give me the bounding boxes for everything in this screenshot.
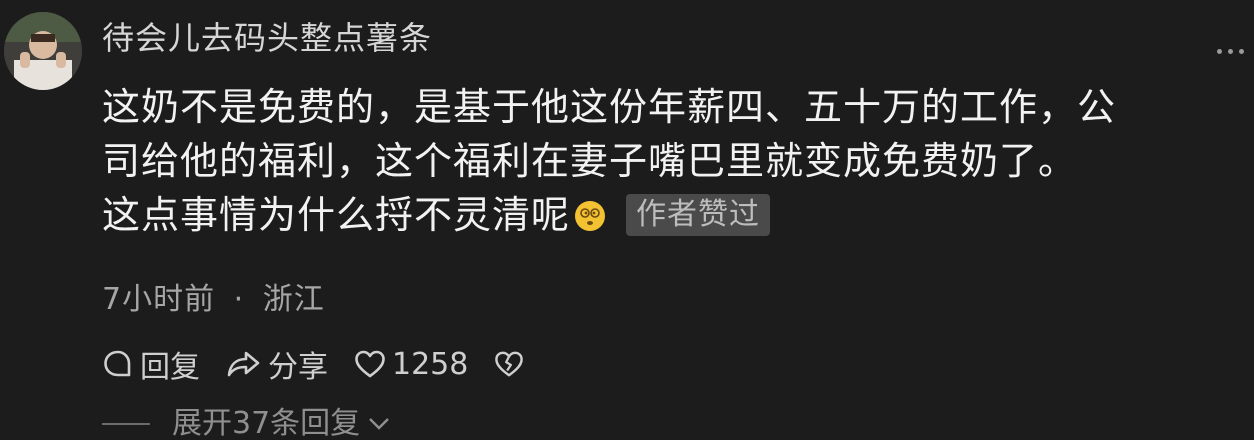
avatar[interactable] [4, 12, 82, 90]
share-button[interactable]: 分享 [226, 342, 328, 386]
dizzy-face-emoji-icon [575, 201, 606, 231]
meta-separator: · [233, 282, 245, 317]
comment-text: 这奶不是免费的，是基于他这份年薪四、五十万的工作，公 司给他的福利，这个福利在妻… [102, 80, 1247, 242]
timestamp: 7小时前 [102, 282, 216, 317]
chevron-down-icon [369, 418, 390, 430]
chat-bubble-icon [104, 350, 131, 377]
reply-label: 回复 [140, 350, 200, 385]
more-options-button[interactable] [1212, 44, 1248, 58]
broken-heart-icon [495, 351, 524, 377]
heart-icon [355, 350, 385, 378]
share-arrow-icon [227, 351, 260, 377]
username[interactable]: 待会儿去码头整点薯条 [102, 16, 432, 60]
author-liked-badge: 作者赞过 [626, 194, 771, 236]
more-dots-icon [1216, 48, 1222, 54]
comment-text-line: 这奶不是免费的，是基于他这份年薪四、五十万的工作，公 [102, 85, 1117, 129]
expand-replies-button[interactable]: 展开37条回复 [102, 404, 390, 440]
divider-line [102, 423, 150, 425]
location: 浙江 [262, 282, 325, 317]
comment-actions: 回复 分享 1258 [102, 343, 556, 385]
dislike-button[interactable] [494, 350, 530, 378]
share-label: 分享 [268, 350, 328, 385]
comment-text-line: 这点事情为什么捋不灵清呢 作者赞过 [102, 188, 1247, 242]
like-count: 1258 [392, 346, 469, 382]
like-button[interactable]: 1258 [354, 347, 468, 382]
avatar-image [4, 12, 82, 90]
comment-text-line-content: 这点事情为什么捋不灵清呢 [102, 193, 571, 237]
expand-replies-label: 展开37条回复 [172, 406, 361, 440]
comment-item: 待会儿去码头整点薯条 这奶不是免费的，是基于他这份年薪四、五十万的工作，公 司给… [0, 0, 1254, 440]
reply-button[interactable]: 回复 [102, 342, 200, 386]
comment-meta: 7小时前 · 浙江 [102, 280, 325, 320]
comment-text-line: 司给他的福利，这个福利在妻子嘴巴里就变成免费奶了。 [102, 139, 1078, 183]
